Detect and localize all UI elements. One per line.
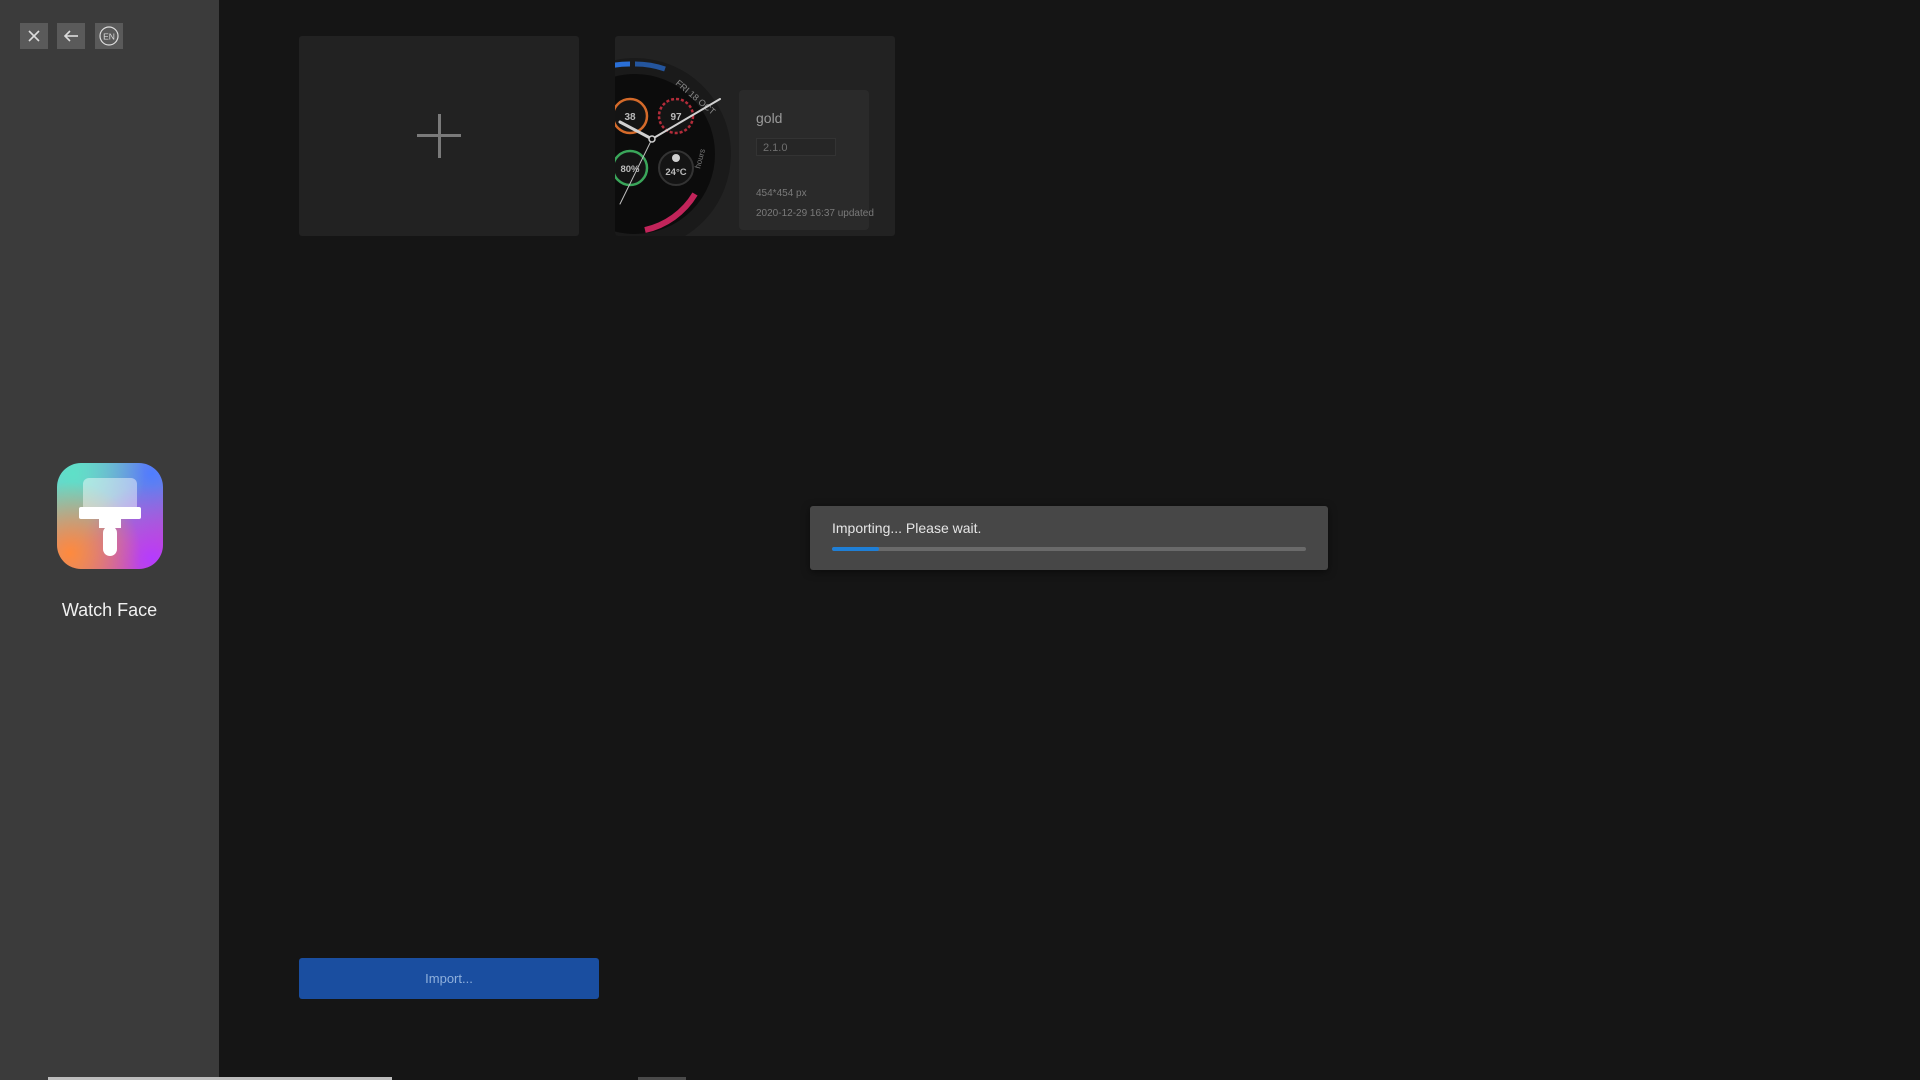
preview-complication-1: 38 — [624, 112, 636, 123]
language-button[interactable]: EN — [95, 23, 123, 49]
app-icon — [57, 463, 163, 569]
add-watchface-card[interactable] — [299, 36, 579, 236]
import-progress-bar — [832, 547, 1306, 551]
import-progress-message: Importing... Please wait. — [832, 520, 982, 536]
watchface-card[interactable]: FRI 18 OCT hours mins 38 97 80% 24°C gol… — [615, 36, 895, 236]
close-icon — [28, 30, 40, 42]
globe-icon: EN — [99, 26, 119, 46]
watchface-updated: 2020-12-29 16:37 updated — [756, 208, 874, 219]
app-name: Watch Face — [61, 600, 158, 620]
watchface-size: 454*454 px — [756, 188, 807, 199]
watchface-name: gold — [756, 110, 783, 126]
import-progress-fill — [832, 547, 880, 551]
watchface-version: 2.1.0 — [756, 138, 836, 156]
watchface-preview: FRI 18 OCT hours mins 38 97 80% 24°C — [615, 58, 731, 236]
sidebar: EN Watch Face — [0, 0, 219, 1080]
import-button[interactable]: Import... — [299, 958, 599, 999]
close-button[interactable] — [20, 23, 48, 49]
arrow-left-icon — [63, 30, 78, 42]
back-button[interactable] — [57, 23, 85, 49]
preview-complication-4: 24°C — [665, 167, 686, 178]
paintbrush-icon — [79, 478, 141, 556]
language-label: EN — [103, 32, 115, 42]
import-progress-dialog: Importing... Please wait. — [810, 506, 1328, 570]
plus-icon-vertical — [438, 114, 441, 158]
